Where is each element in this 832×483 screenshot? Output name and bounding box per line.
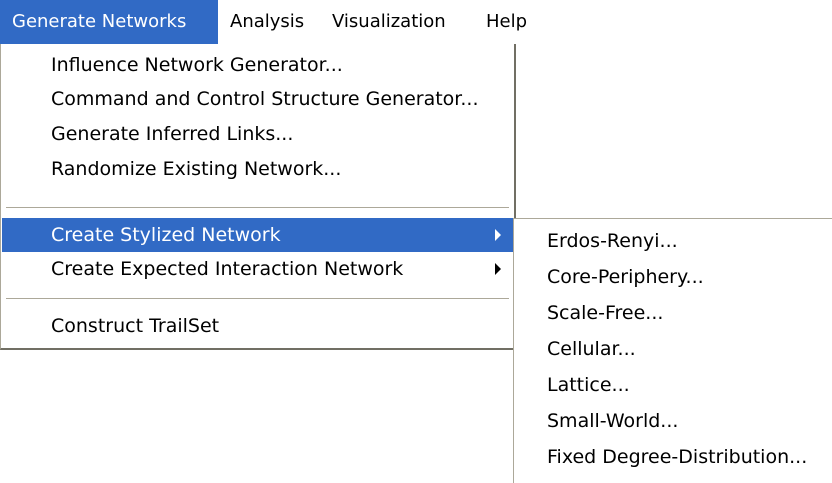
menu-item-influence-network-generator[interactable]: Influence Network Generator... [2,48,513,82]
create-stylized-network-submenu: Erdos-Renyi... Core-Periphery... Scale-F… [513,218,832,483]
menu-item-randomize-existing-network[interactable]: Randomize Existing Network... [2,152,513,186]
submenu-arrow-icon [495,263,501,275]
menu-item-label: Influence Network Generator... [51,54,343,76]
menu-item-label: Command and Control Structure Generator.… [51,88,479,110]
menu-item-label: Construct TrailSet [51,315,220,337]
submenu-item-label: Small-World... [547,410,679,432]
submenu-item-label: Lattice... [547,374,630,396]
submenu-item-label: Core-Periphery... [547,266,704,288]
submenu-arrow-icon [495,229,501,241]
menu-item-label: Create Stylized Network [51,224,281,246]
menu-item-command-control-generator[interactable]: Command and Control Structure Generator.… [2,82,513,116]
submenu-item-lattice[interactable]: Lattice... [514,367,832,403]
submenu-item-fixed-degree-distribution[interactable]: Fixed Degree-Distribution... [514,439,832,475]
menu-item-create-stylized-network[interactable]: Create Stylized Network [2,218,513,252]
submenu-item-cellular[interactable]: Cellular... [514,331,832,367]
menu-item-label: Create Expected Interaction Network [51,258,404,280]
menu-help[interactable]: Help [486,0,527,44]
menu-bar: Generate Networks Analysis Visualization… [0,0,527,44]
menu-item-construct-trailset[interactable]: Construct TrailSet [2,309,513,343]
submenu-item-scale-free[interactable]: Scale-Free... [514,295,832,331]
submenu-item-label: Scale-Free... [547,302,664,324]
menu-visualization[interactable]: Visualization [332,0,446,44]
generate-networks-dropdown: Influence Network Generator... Command a… [0,44,516,350]
menu-generate-networks[interactable]: Generate Networks [0,0,218,44]
menu-item-label: Randomize Existing Network... [51,158,342,180]
app-screen: Generate Networks Analysis Visualization… [0,0,832,483]
submenu-item-core-periphery[interactable]: Core-Periphery... [514,259,832,295]
menu-item-generate-inferred-links[interactable]: Generate Inferred Links... [2,117,513,151]
menu-analysis[interactable]: Analysis [230,0,304,44]
submenu-item-label: Erdos-Renyi... [547,230,678,252]
submenu-item-erdos-renyi[interactable]: Erdos-Renyi... [514,223,832,259]
submenu-item-small-world[interactable]: Small-World... [514,403,832,439]
menu-separator [6,207,509,208]
menu-item-create-expected-interaction-network[interactable]: Create Expected Interaction Network [2,252,513,286]
menu-separator [6,298,509,299]
menu-item-label: Generate Inferred Links... [51,123,294,145]
submenu-item-label: Cellular... [547,338,636,360]
submenu-item-label: Fixed Degree-Distribution... [547,446,808,468]
